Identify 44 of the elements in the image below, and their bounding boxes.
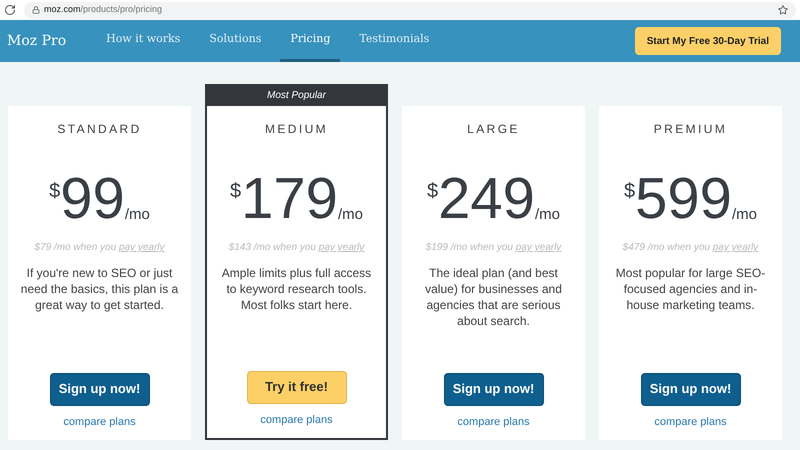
nav-tab[interactable]: Pricing <box>280 20 340 62</box>
plan-button[interactable]: Sign up now! <box>640 372 740 406</box>
price: 179 <box>241 168 338 230</box>
yearly-price: $143 /mo when you <box>228 242 316 253</box>
plan-description: Most popular for large SEO-focused agencies and in-house marketing teams. <box>614 265 766 313</box>
plan-name: LARGE <box>467 121 520 138</box>
plan-button[interactable]: Sign up now! <box>444 372 544 406</box>
price: 599 <box>635 168 732 230</box>
most-popular-badge: Most Popular <box>205 84 388 106</box>
currency-symbol: $ <box>624 179 636 204</box>
brand-logo[interactable]: Moz Pro <box>7 30 66 52</box>
nav-tab[interactable]: How it works <box>96 20 190 62</box>
compare-plans-link[interactable]: compare plans <box>260 412 333 428</box>
url-text: moz.com/products/pro/pricing <box>44 3 162 16</box>
compare-plans-link[interactable]: compare plans <box>654 414 727 430</box>
free-trial-button[interactable]: Start My Free 30-Day Trial <box>634 27 781 55</box>
nav-tab[interactable]: Solutions <box>199 20 272 62</box>
price: 99 <box>60 168 125 230</box>
plan-description: Ample limits plus full access to keyword research tools. Most folks start here. <box>220 265 372 313</box>
plan-name: STANDARD <box>57 121 142 138</box>
price-period: /mo <box>338 205 363 225</box>
price-period: /mo <box>124 205 150 225</box>
currency-symbol: $ <box>49 179 60 204</box>
yearly-price: $79 /mo when you <box>34 242 116 253</box>
address-bar[interactable]: moz.com/products/pro/pricing <box>24 2 796 18</box>
yearly-price: $199 /mo when you <box>426 242 513 253</box>
reload-icon[interactable] <box>4 4 16 16</box>
plan-button[interactable]: Sign up now! <box>50 372 150 406</box>
plan-description: If you're new to SEO or just need the basics, this plan is a great way to get started. <box>20 265 179 313</box>
currency-symbol: $ <box>230 179 242 204</box>
bookmark-star-icon[interactable] <box>778 5 788 15</box>
plan-description: The ideal plan (and best value) for businesses and agencies that are serious about search. <box>424 265 563 329</box>
compare-plans-link[interactable]: compare plans <box>457 414 530 430</box>
yearly-price: $479 /mo when you <box>622 242 710 253</box>
price-period: /mo <box>732 205 757 225</box>
nav-tab[interactable]: Testimonials <box>349 20 440 62</box>
plan-name: MEDIUM <box>264 121 328 138</box>
price: 249 <box>438 168 535 230</box>
lock-icon <box>32 6 40 14</box>
compare-plans-link[interactable]: compare plans <box>63 414 136 430</box>
price-period: /mo <box>534 205 560 225</box>
plan-name: PREMIUM <box>654 121 728 138</box>
plan-button[interactable]: Try it free! <box>246 370 346 404</box>
currency-symbol: $ <box>427 179 438 204</box>
